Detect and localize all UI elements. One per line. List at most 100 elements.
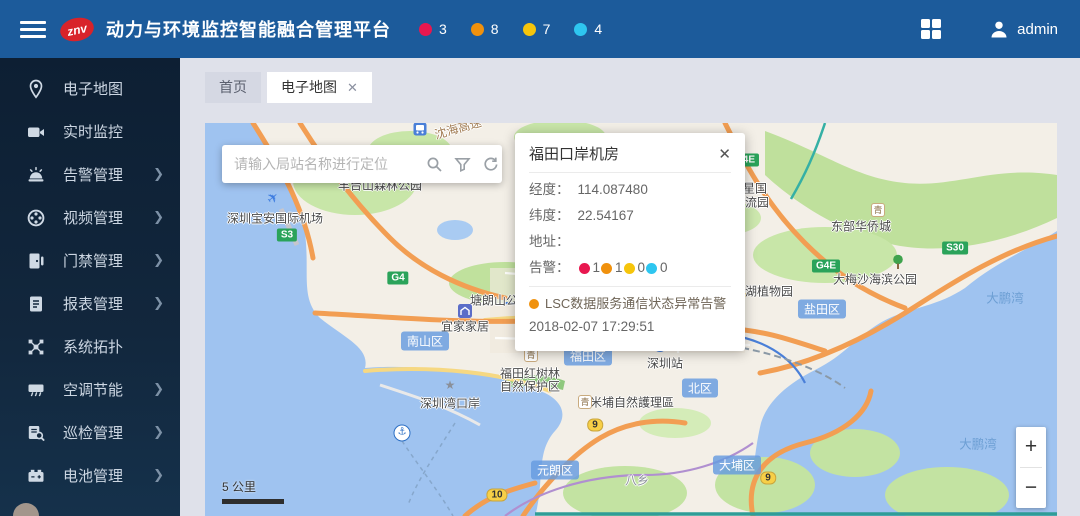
sidebar-item-live-monitor[interactable]: 实时监控 — [0, 110, 180, 153]
road-badge-g4: G4 — [387, 271, 409, 285]
map-label-partial-line2: 流园 — [744, 195, 770, 210]
popup-close-icon[interactable]: ✕ — [718, 145, 731, 163]
topology-icon — [28, 339, 44, 354]
scale-bar — [222, 499, 284, 504]
map-label-dameisha-park: 大梅沙海滨公园 — [832, 272, 918, 287]
critical-dot-icon — [578, 262, 590, 274]
sidebar-item-battery[interactable]: 电池管理 ❯ — [0, 454, 180, 497]
bus-stop-icon — [413, 123, 427, 136]
road-badge-10: 10 — [486, 488, 508, 502]
alarm-count-major[interactable]: 8 — [470, 21, 499, 37]
alarm-dot-icon — [529, 299, 539, 309]
road-badge-9a: 9 — [587, 418, 603, 432]
warning-dot-icon — [646, 262, 658, 274]
tab-bar: 首页 电子地图 ✕ — [205, 72, 378, 103]
air-conditioner-icon — [28, 384, 44, 396]
district-label-yantian: 盐田区 — [797, 299, 847, 319]
major-dot-icon — [601, 262, 613, 274]
menu-toggle-icon[interactable] — [20, 17, 46, 42]
zoom-in-button[interactable]: + — [1016, 427, 1046, 467]
chevron-right-icon: ❯ — [153, 210, 164, 225]
popup-field-longitude: 经度： 114.087480 — [529, 182, 648, 197]
scenic-spot-icon: 青 — [578, 395, 592, 409]
chevron-right-icon: ❯ — [153, 167, 164, 182]
inspection-magnifier-icon — [28, 425, 45, 441]
popup-alarm-message: LSC数据服务通信状态异常告警 — [529, 293, 731, 315]
site-info-popup: 福田口岸机房 ✕ 经度： 114.087480 纬度： 22.54167 地址： 告… — [515, 133, 745, 351]
znv-logo: znv — [57, 14, 97, 44]
sidebar-item-video-mgmt[interactable]: 视频管理 ❯ — [0, 196, 180, 239]
app-header: znv 动力与环境监控智能融合管理平台 3 8 7 4 admin — [0, 0, 1080, 58]
user-icon — [991, 21, 1007, 38]
sidebar-nav: 电子地图 实时监控 告警管理 ❯ 视频管理 ❯ 门禁管理 ❯ 报表管理 ❯ 系统… — [0, 58, 180, 516]
alarm-bell-icon — [28, 166, 44, 181]
district-label-beiqu: 北区 — [681, 378, 719, 398]
district-label-dabu: 大埔区 — [712, 455, 762, 475]
alarm-count-warning[interactable]: 4 — [574, 21, 602, 37]
map-zoom-control: + − — [1016, 427, 1046, 508]
camera-icon — [28, 127, 44, 137]
film-reel-icon — [27, 209, 45, 226]
district-label-yuanlang: 元朗区 — [530, 460, 580, 480]
station-search-box — [222, 145, 502, 183]
popup-field-address: 地址： — [529, 234, 570, 249]
username: admin — [1017, 20, 1058, 38]
refresh-icon[interactable] — [482, 156, 499, 173]
tab-close-icon[interactable]: ✕ — [347, 80, 358, 95]
road-badge-9b: 9 — [760, 471, 776, 485]
station-search-input[interactable] — [234, 156, 415, 172]
map-scale: 5 公里 — [222, 478, 284, 504]
port-star-icon: ★ — [444, 378, 456, 392]
sidebar-item-topology[interactable]: 系统拓扑 — [0, 325, 180, 368]
sidebar-item-alarm-mgmt[interactable]: 告警管理 ❯ — [0, 153, 180, 196]
app-title: 动力与环境监控智能融合管理平台 — [106, 20, 391, 40]
map-label-east-oct: 东部华侨城 — [830, 219, 892, 234]
alarm-count-minor[interactable]: 7 — [522, 21, 550, 37]
map-label-shenzhen-station: 深圳站 — [646, 356, 684, 371]
alarm-count-critical[interactable]: 3 — [419, 21, 447, 37]
scenic-spot-icon: 青 — [871, 203, 885, 217]
minor-dot-icon — [623, 262, 635, 274]
sidebar-item-access-control[interactable]: 门禁管理 ❯ — [0, 239, 180, 282]
apps-grid-icon[interactable] — [921, 19, 942, 39]
sidebar-partial-avatar — [13, 503, 39, 516]
zoom-out-button[interactable]: − — [1016, 468, 1046, 508]
sidebar-item-emap[interactable]: 电子地图 — [0, 67, 180, 110]
filter-icon[interactable] — [454, 156, 471, 173]
map-label-mipu-reserve: 米埔自然護理區 — [589, 395, 675, 410]
map[interactable]: 沈海高速 羊台山森林公园 深圳宝安国际机场 塘朗山公园 宜家家居 福田站 深圳 … — [205, 123, 1057, 516]
sidebar-item-inspection[interactable]: 巡检管理 ❯ — [0, 411, 180, 454]
user-menu[interactable]: admin — [989, 19, 1058, 39]
popup-field-latitude: 纬度： 22.54167 — [529, 208, 634, 223]
door-icon — [29, 253, 44, 268]
popup-title: 福田口岸机房 — [529, 146, 620, 163]
ferry-anchor-icon: ⚓ — [393, 424, 411, 442]
major-dot-icon — [470, 22, 484, 36]
map-label-baxiang: 八乡 — [624, 473, 650, 488]
tab-home[interactable]: 首页 — [205, 72, 261, 103]
alarm-summary: 3 8 7 4 — [419, 21, 626, 37]
sidebar-item-ac-energy[interactable]: 空调节能 ❯ — [0, 368, 180, 411]
road-badge-g4e-b: G4E — [811, 259, 841, 273]
chevron-right-icon: ❯ — [153, 382, 164, 397]
map-label-shenzhen-bay-port: 深圳湾口岸 — [419, 396, 481, 411]
tree-icon — [893, 254, 903, 269]
map-label-airport: 深圳宝安国际机场 — [226, 211, 324, 226]
search-icon[interactable] — [426, 156, 443, 173]
map-label-dapeng-bay-1: 大鹏湾 — [986, 291, 1024, 306]
tab-electronic-map[interactable]: 电子地图 ✕ — [267, 72, 372, 103]
chevron-right-icon: ❯ — [153, 253, 164, 268]
report-icon — [30, 296, 42, 311]
popup-alarm-counts: 告警： 1 1 0 0 — [529, 260, 668, 275]
chevron-right-icon: ❯ — [153, 296, 164, 311]
popup-alarm-time: 2018-02-07 17:29:51 — [529, 319, 655, 334]
road-badge-s3: S3 — [276, 228, 298, 242]
furniture-store-icon — [458, 304, 472, 318]
district-label-nanshan: 南山区 — [400, 331, 450, 351]
critical-dot-icon — [419, 22, 432, 36]
chevron-right-icon: ❯ — [153, 468, 164, 483]
road-badge-s30: S30 — [942, 241, 968, 255]
sidebar-item-report-mgmt[interactable]: 报表管理 ❯ — [0, 282, 180, 325]
map-pin-icon — [29, 79, 43, 99]
map-label-dapeng-bay-2: 大鹏湾 — [959, 437, 997, 452]
